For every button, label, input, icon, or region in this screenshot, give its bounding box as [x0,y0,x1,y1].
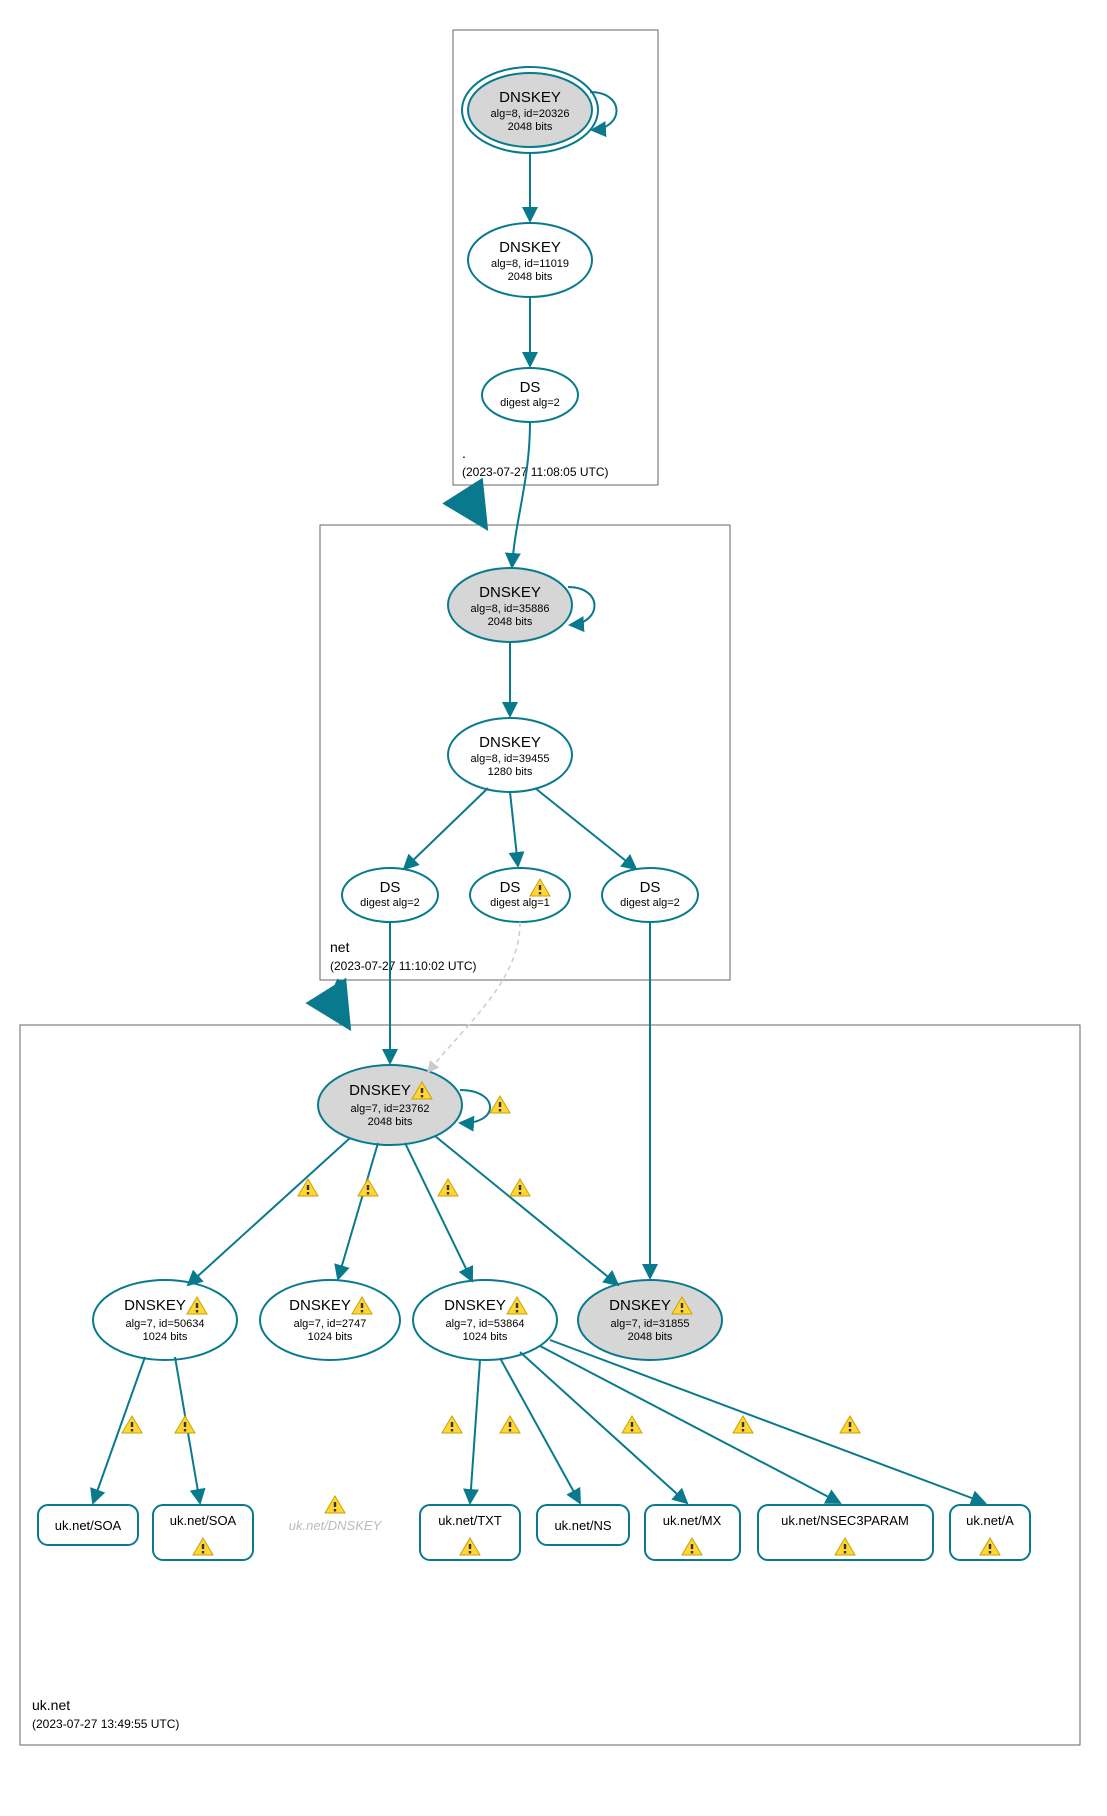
zone-root-name: . [462,445,466,461]
svg-text:uk.net/SOA: uk.net/SOA [170,1513,237,1528]
svg-text:digest alg=2: digest alg=2 [500,397,560,409]
svg-text:2048 bits: 2048 bits [488,616,533,628]
svg-text:digest alg=1: digest alg=1 [490,897,550,909]
node-uknet-dnskey-50634: DNSKEY alg=7, id=50634 1024 bits [93,1280,237,1360]
warning-icon [325,1496,345,1513]
node-uknet-dnskey-2747: DNSKEY alg=7, id=2747 1024 bits [260,1280,400,1360]
rrset-a: uk.net/A [950,1505,1030,1560]
rrset-mx: uk.net/MX [645,1505,740,1560]
svg-text:uk.net/TXT: uk.net/TXT [438,1513,502,1528]
warning-icon [442,1416,462,1433]
zone-net-name: net [330,939,350,955]
zone-root-ts: (2023-07-27 11:08:05 UTC) [462,465,609,479]
svg-text:DNSKEY: DNSKEY [349,1082,411,1099]
node-net-dnskey-39455: DNSKEY alg=8, id=39455 1280 bits [448,718,572,792]
svg-text:DNSKEY: DNSKEY [609,1297,671,1314]
svg-text:DNSKEY: DNSKEY [499,239,561,256]
node-root-dnskey-11019: DNSKEY alg=8, id=11019 2048 bits [468,223,592,297]
svg-text:uk.net/A: uk.net/A [966,1513,1014,1528]
svg-text:alg=8, id=35886: alg=8, id=35886 [471,603,550,615]
svg-text:digest alg=2: digest alg=2 [360,897,420,909]
node-root-ds: DS digest alg=2 [482,368,578,422]
warning-icon [122,1416,142,1433]
warning-icon [490,1096,510,1113]
svg-text:uk.net/NSEC3PARAM: uk.net/NSEC3PARAM [781,1513,909,1528]
svg-text:1024 bits: 1024 bits [463,1331,508,1343]
svg-text:DNSKEY: DNSKEY [289,1297,351,1314]
svg-text:1024 bits: 1024 bits [308,1331,353,1343]
svg-text:uk.net/MX: uk.net/MX [663,1513,722,1528]
svg-text:2048 bits: 2048 bits [508,121,553,133]
warning-icon [840,1416,860,1433]
svg-text:DNSKEY: DNSKEY [444,1297,506,1314]
svg-text:alg=7, id=31855: alg=7, id=31855 [611,1318,690,1330]
svg-text:alg=8, id=11019: alg=8, id=11019 [491,258,569,270]
svg-text:alg=7, id=2747: alg=7, id=2747 [294,1318,367,1330]
rrset-txt: uk.net/TXT [420,1505,520,1560]
svg-text:2048 bits: 2048 bits [368,1116,413,1128]
svg-text:DS: DS [640,879,661,896]
svg-text:alg=7, id=23762: alg=7, id=23762 [351,1103,430,1115]
svg-text:alg=8, id=20326: alg=8, id=20326 [491,108,570,120]
warning-icon [358,1179,378,1196]
node-net-ds2: DS digest alg=1 [470,868,570,922]
warning-icon [733,1416,753,1433]
rrset-ns: uk.net/NS [537,1505,629,1545]
node-net-ds1: DS digest alg=2 [342,868,438,922]
rrset-nsec3param: uk.net/NSEC3PARAM [758,1505,933,1560]
svg-text:uk.net/SOA: uk.net/SOA [55,1518,122,1533]
svg-text:alg=7, id=53864: alg=7, id=53864 [446,1318,525,1330]
svg-text:2048 bits: 2048 bits [628,1331,673,1343]
svg-text:alg=8, id=39455: alg=8, id=39455 [471,753,550,765]
warning-icon [622,1416,642,1433]
warning-icon [175,1416,195,1433]
svg-text:uk.net/NS: uk.net/NS [554,1518,611,1533]
rrset-soa1: uk.net/SOA [38,1505,138,1545]
node-uknet-dnskey-31855: DNSKEY alg=7, id=31855 2048 bits [578,1280,722,1360]
warning-icon [510,1179,530,1196]
node-net-dnskey-35886: DNSKEY alg=8, id=35886 2048 bits [448,568,572,642]
svg-text:2048 bits: 2048 bits [508,271,553,283]
svg-text:digest alg=2: digest alg=2 [620,897,680,909]
svg-text:DNSKEY: DNSKEY [479,584,541,601]
zone-net-ts: (2023-07-27 11:10:02 UTC) [330,959,477,973]
svg-text:1024 bits: 1024 bits [143,1331,188,1343]
zone-uknet-name: uk.net [32,1697,70,1713]
node-root-dnskey-20326: DNSKEY alg=8, id=20326 2048 bits [462,67,598,153]
svg-text:DS: DS [380,879,401,896]
warning-icon [500,1416,520,1433]
node-net-ds3: DS digest alg=2 [602,868,698,922]
rrset-soa2: uk.net/SOA [153,1505,253,1560]
svg-text:1280 bits: 1280 bits [488,766,533,778]
node-uknet-dnskey-53864: DNSKEY alg=7, id=53864 1024 bits [413,1280,557,1360]
svg-text:DNSKEY: DNSKEY [479,734,541,751]
node-uknet-dnskey-23762: DNSKEY alg=7, id=23762 2048 bits [318,1065,462,1145]
zone-uknet-ts: (2023-07-27 13:49:55 UTC) [32,1717,179,1731]
svg-text:alg=7, id=50634: alg=7, id=50634 [126,1318,205,1330]
rrset-dnskey-faded: uk.net/DNSKEY [289,1518,383,1533]
svg-text:DS: DS [500,879,521,896]
warning-icon [438,1179,458,1196]
svg-text:DS: DS [520,379,541,396]
svg-text:DNSKEY: DNSKEY [124,1297,186,1314]
dnssec-diagram: . (2023-07-27 11:08:05 UTC) net (2023-07… [10,10,1097,1786]
svg-text:DNSKEY: DNSKEY [499,89,561,106]
